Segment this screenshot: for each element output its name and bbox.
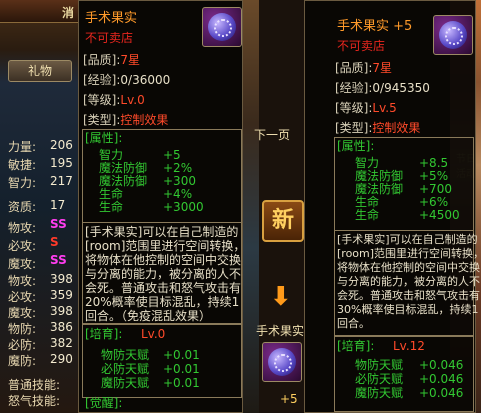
grade-row: 必攻: bbox=[8, 239, 37, 253]
item-title: 手术果实 bbox=[85, 11, 138, 26]
level-row: [等级]:Lv.0 bbox=[83, 93, 145, 107]
item-name-label: 手术果实 bbox=[256, 324, 305, 338]
type-row: [类型]:控制效果 bbox=[83, 113, 169, 127]
combat-value: 359 bbox=[50, 288, 73, 302]
attr-name: 生命 bbox=[99, 200, 124, 214]
stat-value: 195 bbox=[50, 156, 73, 170]
description-line: 20%概率使目标混乱，持续1 bbox=[85, 295, 240, 309]
stat-value: 217 bbox=[50, 174, 73, 188]
description-line: [手术果实]可以在自己制造的 bbox=[337, 233, 478, 246]
aptitude-label: 资质: bbox=[8, 200, 37, 214]
description-line: 会死。普通攻击和怒气攻击有 bbox=[337, 289, 480, 302]
item-title: 手术果实 +5 bbox=[337, 19, 413, 34]
devil-fruit-slot-icon[interactable] bbox=[262, 342, 302, 382]
new-button[interactable]: 新 bbox=[262, 200, 304, 242]
grade-value: SS bbox=[50, 253, 67, 267]
talent-value: +0.046 bbox=[419, 358, 464, 372]
attr-name: 生命 bbox=[355, 208, 380, 222]
talent-name: 必防天赋 bbox=[101, 362, 150, 376]
talent-value: +0.046 bbox=[419, 372, 464, 386]
talent-name: 物防天赋 bbox=[101, 348, 150, 362]
grade-value: SS bbox=[50, 217, 67, 231]
description-line: 与分离的能力，被分离的人不 bbox=[85, 267, 242, 281]
devil-fruit-icon bbox=[202, 7, 242, 47]
rage-skill-label: 怒气技能: bbox=[8, 394, 61, 408]
combat-value: 398 bbox=[50, 272, 73, 286]
description-line: [room]范围里进行空间转换， bbox=[85, 239, 246, 253]
cultivate-level: Lv.0 bbox=[141, 327, 166, 341]
exp-row: [经验]:0/36000 bbox=[83, 73, 171, 87]
normal-skill-label: 普通技能: bbox=[8, 378, 61, 392]
description-line: [room]范围里进行空间转换， bbox=[337, 247, 481, 260]
talent-value: +0.01 bbox=[163, 348, 200, 362]
down-arrow-icon: ⬇ bbox=[270, 282, 292, 312]
game-background-middle bbox=[243, 0, 259, 413]
level-row: [等级]:Lv.5 bbox=[335, 101, 397, 115]
cultivate-label: [培育]: bbox=[337, 339, 375, 353]
aptitude-value: 17 bbox=[50, 198, 66, 212]
awaken-label: [觉醒]: bbox=[85, 396, 123, 410]
not-for-sale-label: 不可卖店 bbox=[85, 31, 134, 45]
attr-value: +3000 bbox=[163, 200, 204, 214]
talent-name: 魔防天赋 bbox=[355, 386, 404, 400]
type-row: [类型]:控制效果 bbox=[335, 121, 421, 135]
talent-name: 物防天赋 bbox=[355, 358, 404, 372]
cultivate-level: Lv.12 bbox=[393, 339, 425, 353]
cultivate-label: [培育]: bbox=[85, 327, 123, 341]
description-line: 与分离的能力，被分离的人不 bbox=[337, 275, 480, 288]
combat-value: 290 bbox=[50, 352, 73, 366]
grade-row: 物攻: bbox=[8, 221, 37, 235]
description-line: 会死。普通攻击和怒气攻击有 bbox=[85, 281, 242, 295]
grade-row: 魔攻: bbox=[8, 257, 37, 271]
description-line: 将物体在他控制的空间中交换 bbox=[85, 253, 242, 267]
not-for-sale-label: 不可卖店 bbox=[337, 39, 386, 53]
talent-value: +0.01 bbox=[163, 362, 200, 376]
item-tooltip-right: 手术果实 +5 不可卖店 [品质]:7星 [经验]:0/945350 [等级]:… bbox=[304, 0, 481, 413]
description-line: 回合。（免疫混乱效果） bbox=[85, 309, 212, 323]
talent-value: +0.01 bbox=[163, 376, 200, 390]
next-page-button[interactable]: 下一页 bbox=[254, 126, 290, 143]
item-tooltip-left: 手术果实 不可卖店 [品质]:7星 [经验]:0/36000 [等级]:Lv.0… bbox=[78, 0, 246, 413]
attributes-header: [属性]: bbox=[337, 139, 375, 153]
talent-name: 必防天赋 bbox=[355, 372, 404, 386]
exp-row: [经验]:0/945350 bbox=[335, 81, 430, 95]
description-line: 30%概率使目标混乱，持续1 bbox=[337, 303, 479, 316]
description-line: 将物体在他控制的空间中交换 bbox=[337, 261, 480, 274]
top-tab-label[interactable]: 消 bbox=[62, 4, 74, 21]
attributes-header: [属性]: bbox=[85, 131, 123, 145]
talent-value: +0.046 bbox=[419, 386, 464, 400]
description-line: 回合。 bbox=[337, 317, 370, 330]
item-plus-label: +5 bbox=[280, 392, 298, 406]
combat-value: 386 bbox=[50, 320, 73, 334]
quality-row: [品质]:7星 bbox=[335, 61, 393, 75]
description-line: [手术果实]可以在自己制造的 bbox=[85, 225, 239, 239]
quality-row: [品质]:7星 bbox=[83, 53, 141, 67]
combat-value: 382 bbox=[50, 336, 73, 350]
attr-value: +4500 bbox=[419, 208, 460, 222]
devil-fruit-icon bbox=[433, 15, 473, 55]
combat-value: 398 bbox=[50, 304, 73, 318]
talent-name: 魔防天赋 bbox=[101, 376, 150, 390]
stat-value: 206 bbox=[50, 138, 73, 152]
gift-tab[interactable]: 礼物 bbox=[8, 60, 72, 82]
grade-value: S bbox=[50, 235, 59, 249]
